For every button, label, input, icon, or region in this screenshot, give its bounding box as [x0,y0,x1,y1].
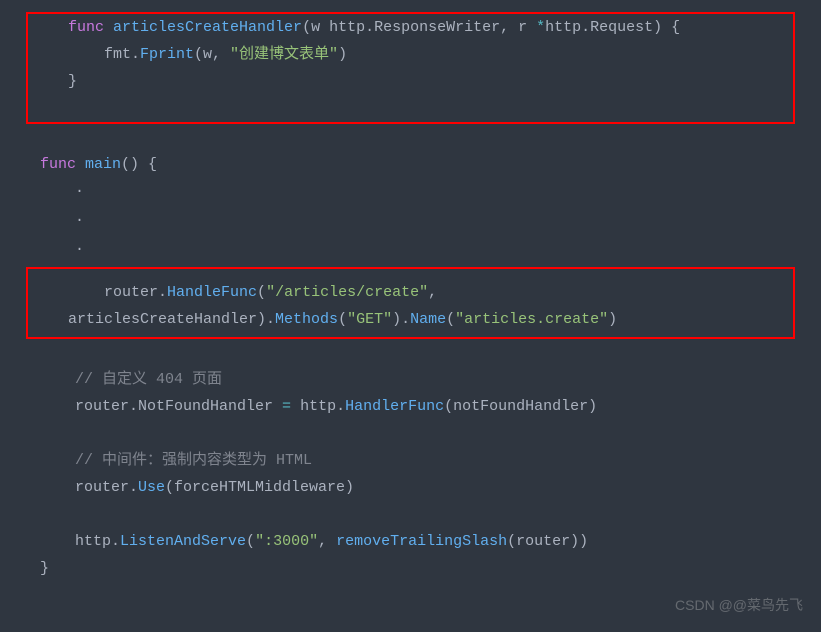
string-literal: "GET" [347,311,392,328]
keyword: func [40,156,76,173]
code-block: func articlesCreateHandler(w http.Respon… [0,0,821,592]
function-call: HandleFunc [167,284,257,301]
function-call: removeTrailingSlash [336,533,507,550]
code-line: // 自定义 404 页面 [0,366,821,393]
blank-line [0,501,821,528]
code-line [28,95,793,122]
code-line: router.NotFoundHandler = http.HandlerFun… [0,393,821,420]
function-name: main [85,156,121,173]
ellipsis-line: . [0,236,821,257]
blank-line [0,339,821,366]
blank-line [0,420,821,447]
string-literal: "创建博文表单" [230,46,338,63]
comment: // 自定义 404 页面 [75,371,222,388]
code-line: // 中间件：强制内容类型为 HTML [0,447,821,474]
code-line: router.HandleFunc("/articles/create", [28,279,793,306]
code-line: router.Use(forceHTMLMiddleware) [0,474,821,501]
function-call: Fprint [140,46,194,63]
function-call: HandlerFunc [345,398,444,415]
code-line: articlesCreateHandler).Methods("GET").Na… [28,306,793,333]
code-line: } [0,555,821,582]
ellipsis-line: . [0,178,821,199]
watermark: CSDN @@菜鸟先飞 [675,593,803,618]
code-line: fmt.Fprint(w, "创建博文表单") [28,41,793,68]
code-line: func main() { [0,151,821,178]
ellipsis-line: . [0,207,821,228]
function-call: Name [410,311,446,328]
string-literal: "/articles/create" [266,284,428,301]
string-literal: "articles.create" [455,311,608,328]
function-name: articlesCreateHandler [113,19,302,36]
function-call: Use [138,479,165,496]
code-line: func articlesCreateHandler(w http.Respon… [28,14,793,41]
blank-line [0,124,821,151]
function-call: Methods [275,311,338,328]
highlight-box-1: func articlesCreateHandler(w http.Respon… [26,12,795,124]
function-call: ListenAndServe [120,533,246,550]
highlight-box-2: router.HandleFunc("/articles/create", ar… [26,267,795,339]
comment: // 中间件：强制内容类型为 HTML [75,452,312,469]
code-line: http.ListenAndServe(":3000", removeTrail… [0,528,821,555]
keyword: func [68,19,104,36]
string-literal: ":3000" [255,533,318,550]
code-line: } [28,68,793,95]
